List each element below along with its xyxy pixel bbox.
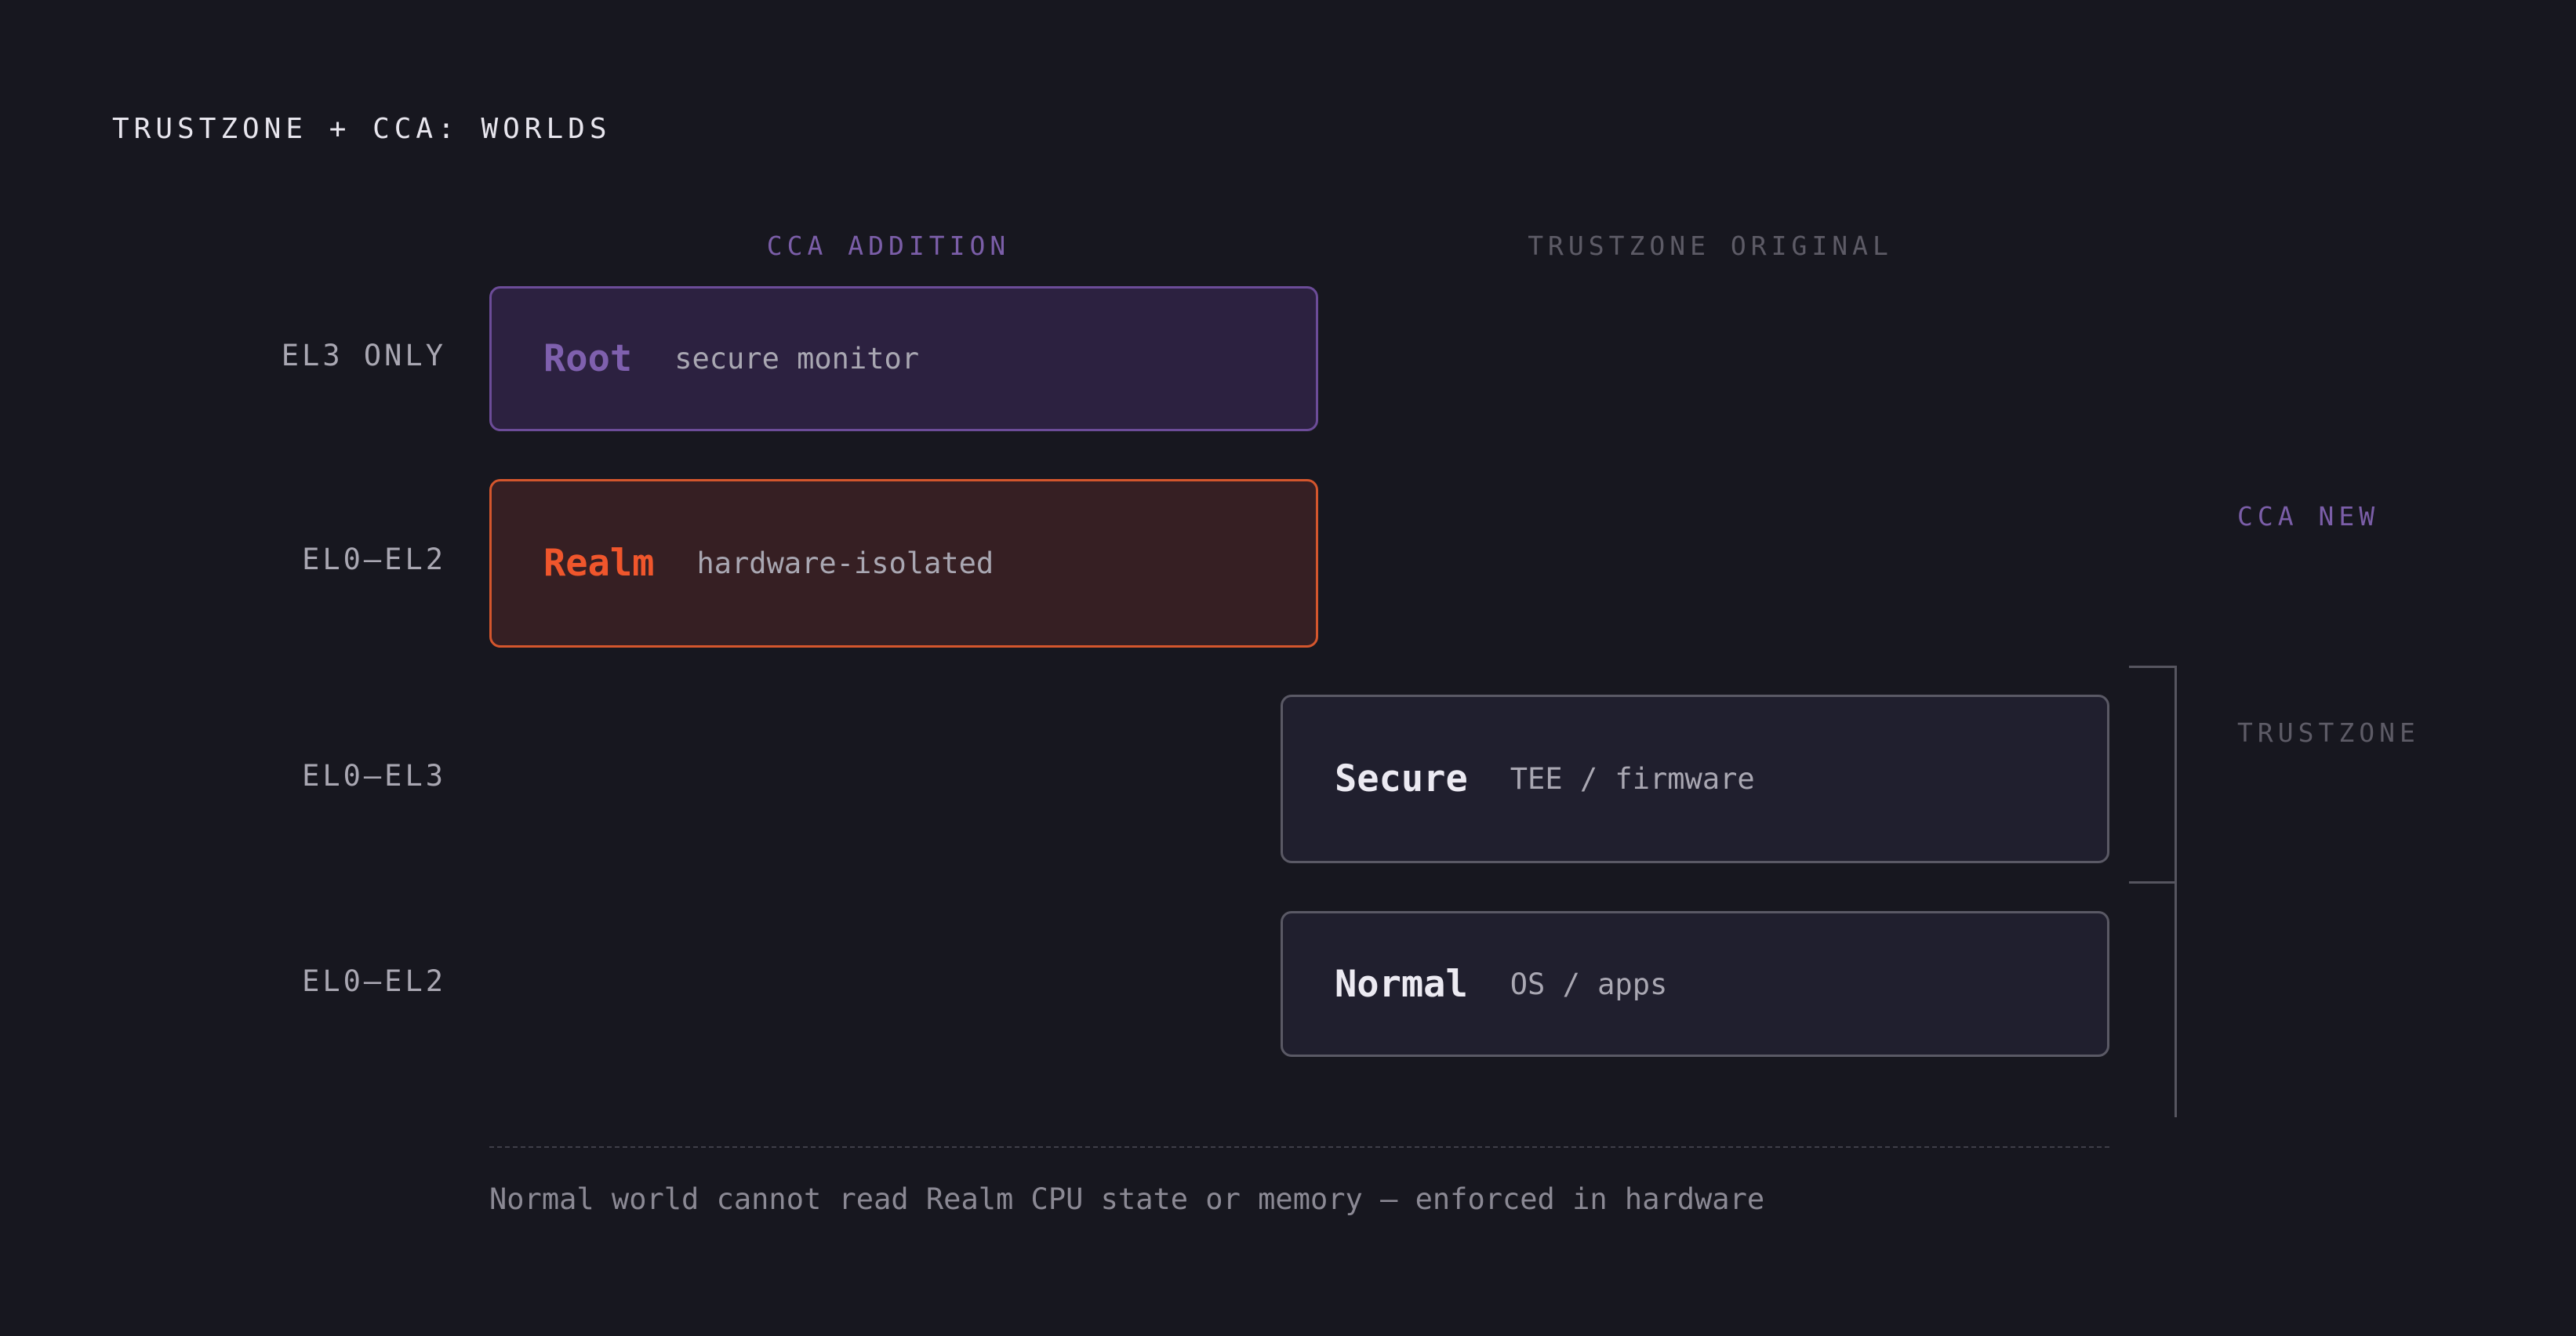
worlds-diagram: TRUSTZONE + CCA: WORLDS CCA ADDITION TRU… [0,0,2576,1336]
world-name-normal: Normal [1335,962,1468,1006]
level-label-normal: EL0–EL2 [302,964,446,998]
world-desc-secure: TEE / firmware [1510,762,1755,796]
world-box-root: Root secure monitor [489,286,1318,431]
footnote-divider [489,1146,2109,1148]
trustzone-bracket-line [2175,666,2177,1117]
side-label-cca-new: CCA NEW [2237,501,2380,532]
world-desc-root: secure monitor [674,342,920,376]
trustzone-bracket-mid-tick [2129,881,2177,884]
column-header-trustzone-original: TRUSTZONE ORIGINAL [1528,231,1893,261]
level-label-root: EL3 ONLY [281,339,446,372]
world-box-secure: Secure TEE / firmware [1281,695,2109,863]
diagram-title: TRUSTZONE + CCA: WORLDS [112,113,612,145]
side-label-trustzone: TRUSTZONE [2237,717,2420,748]
world-desc-normal: OS / apps [1510,967,1668,1001]
world-name-realm: Realm [543,542,655,585]
level-label-realm: EL0–EL2 [302,543,446,576]
world-box-realm: Realm hardware-isolated [489,479,1318,648]
world-name-root: Root [543,337,633,380]
column-header-cca-addition: CCA ADDITION [766,231,1011,261]
world-name-secure: Secure [1335,757,1468,801]
footnote: Normal world cannot read Realm CPU state… [489,1182,1765,1216]
trustzone-bracket-top-tick [2129,666,2177,668]
level-label-secure: EL0–EL3 [302,759,446,793]
world-desc-realm: hardware-isolated [696,546,994,580]
world-box-normal: Normal OS / apps [1281,911,2109,1057]
